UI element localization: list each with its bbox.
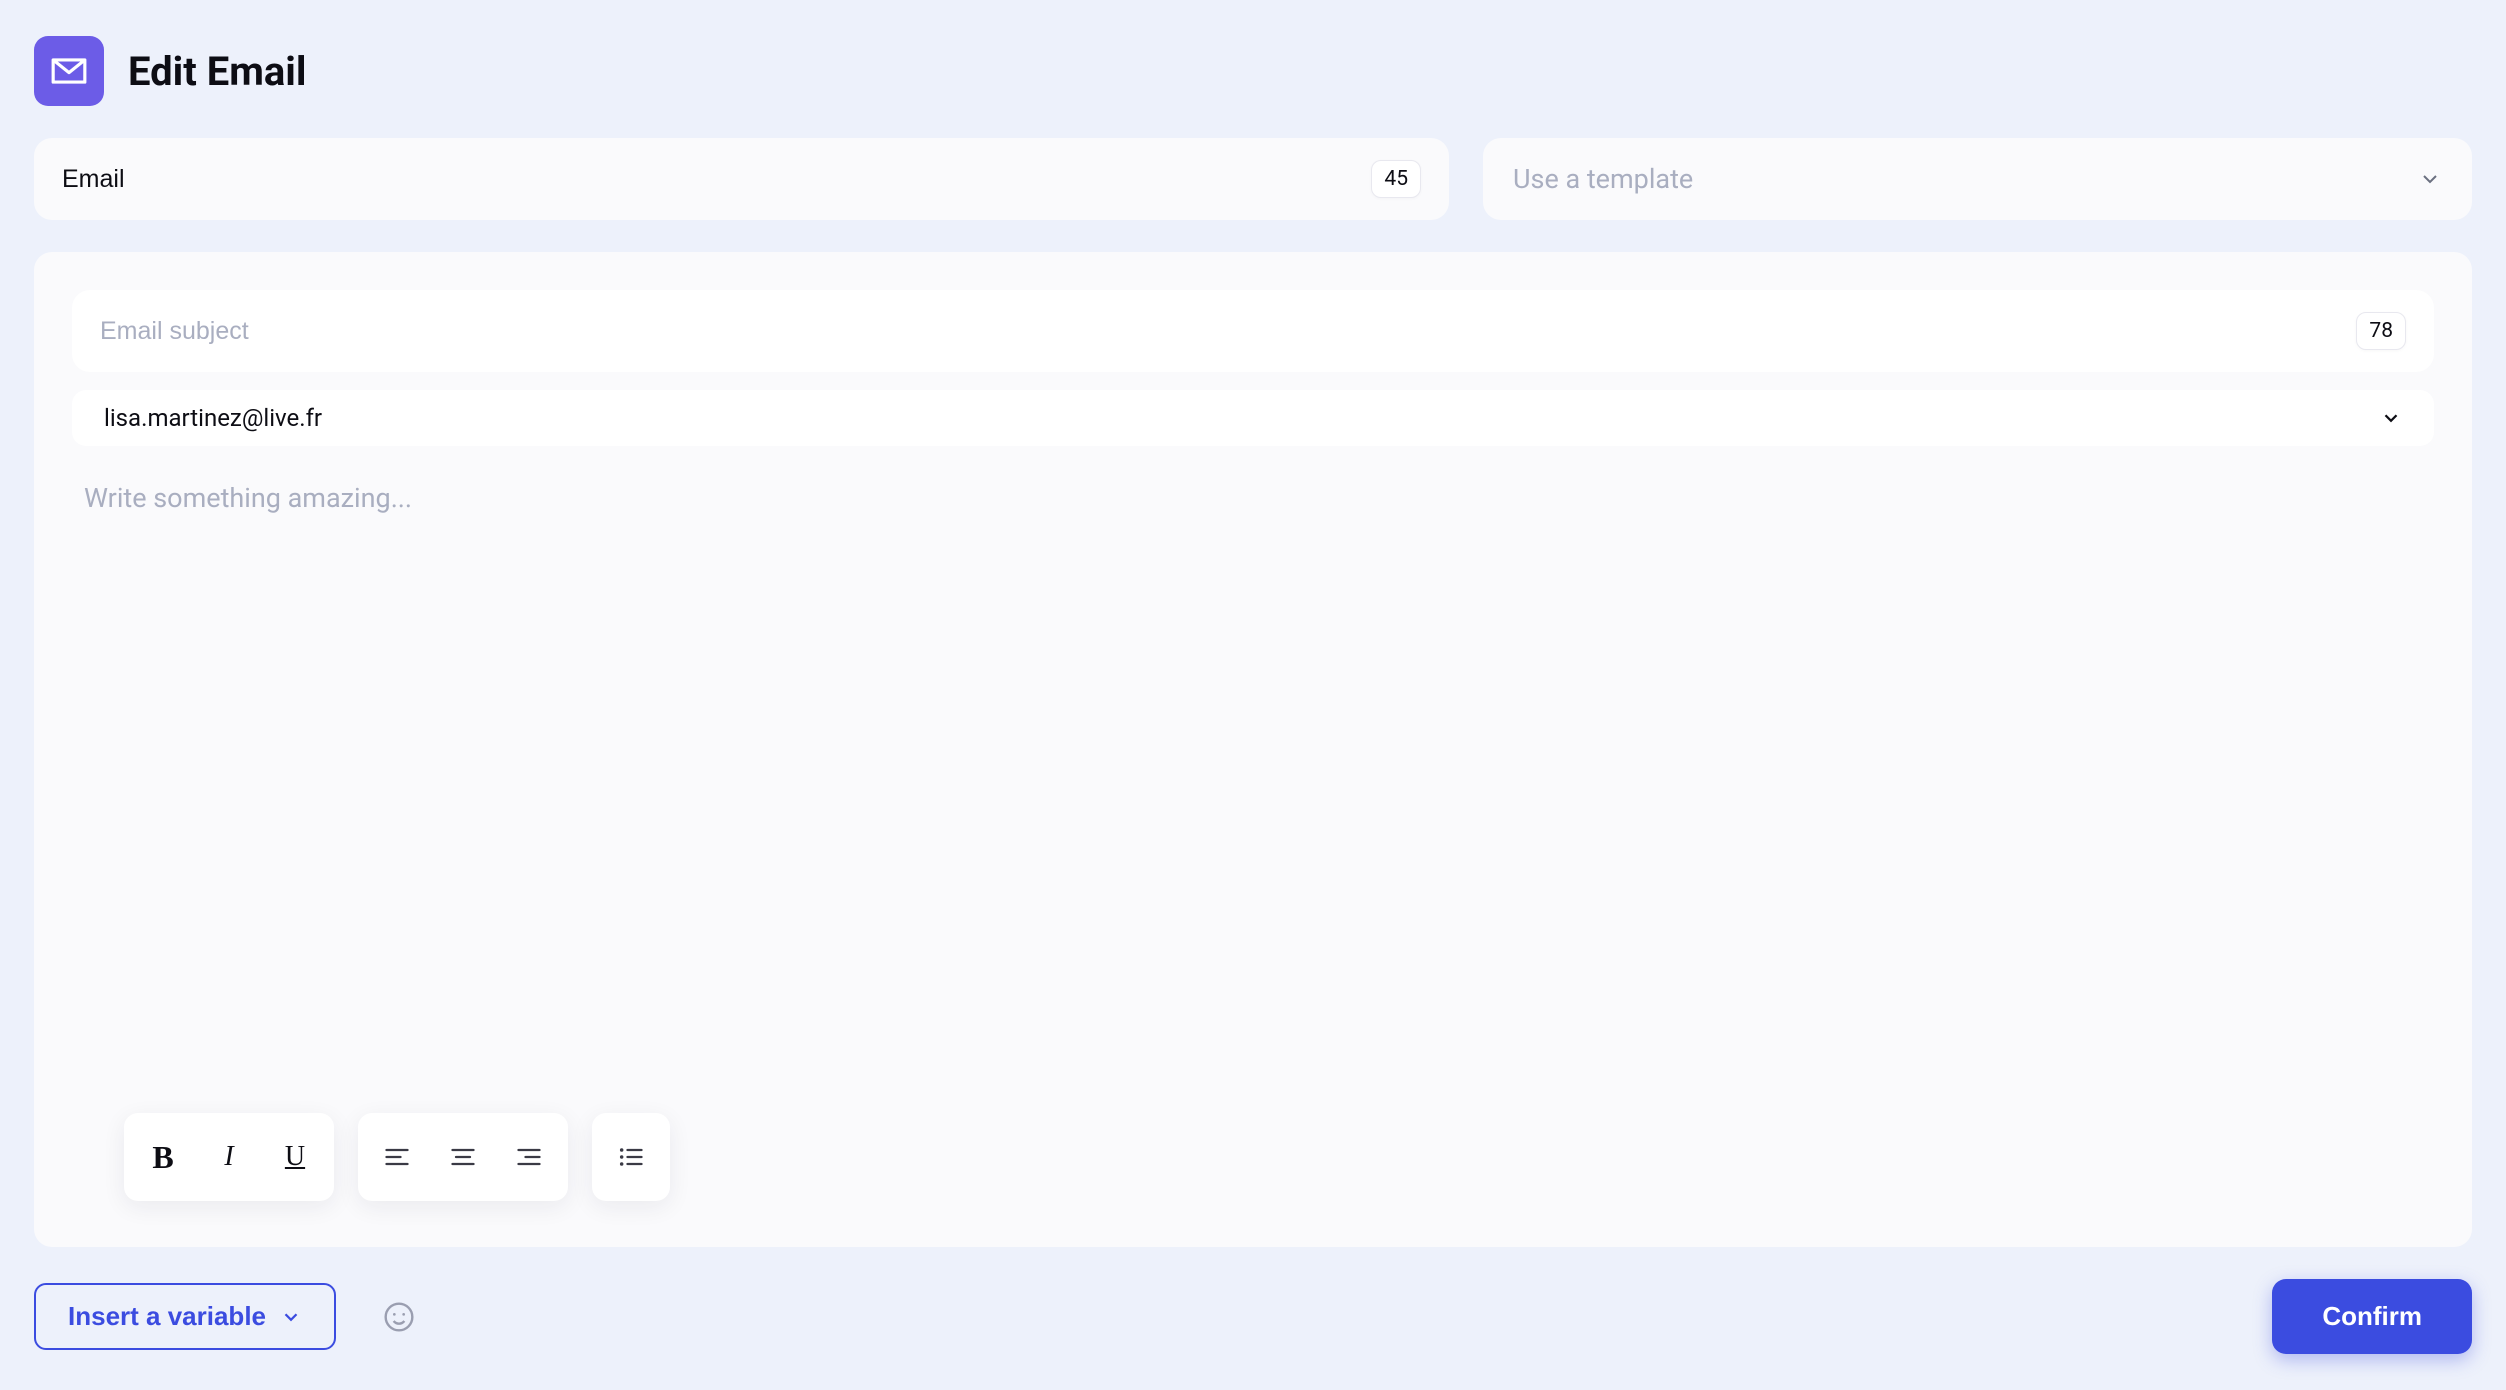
emoji-button[interactable] [382,1300,416,1334]
email-title-input[interactable] [62,165,1371,194]
template-select[interactable]: Use a template [1483,138,2472,220]
align-center-button[interactable] [430,1119,496,1195]
chevron-down-icon [280,1306,302,1328]
align-left-icon [383,1143,411,1171]
italic-button[interactable]: I [196,1119,262,1195]
email-title-card: 45 [34,138,1449,220]
insert-variable-label: Insert a variable [68,1301,266,1332]
bullet-list-icon [617,1143,645,1171]
mail-icon [34,36,104,106]
text-style-group: B I U [124,1113,334,1201]
align-group [358,1113,568,1201]
bullet-list-button[interactable] [598,1119,664,1195]
editor-panel: 78 lisa.martinez@live.fr B I U [34,252,2472,1247]
subject-counter: 78 [2356,312,2406,350]
confirm-button[interactable]: Confirm [2272,1279,2472,1354]
underline-button[interactable]: U [262,1119,328,1195]
page-title: Edit Email [128,48,306,95]
page-header: Edit Email [34,36,2472,106]
from-select[interactable]: lisa.martinez@live.fr [72,390,2434,446]
align-right-icon [515,1143,543,1171]
align-center-icon [449,1143,477,1171]
email-title-counter: 45 [1371,160,1421,198]
bold-icon: B [152,1139,173,1176]
subject-input[interactable] [100,317,2356,346]
format-toolbar: B I U [124,1113,670,1201]
chevron-down-icon [2380,407,2402,429]
bold-button[interactable]: B [130,1119,196,1195]
template-placeholder: Use a template [1513,163,1693,195]
from-address: lisa.martinez@live.fr [104,404,322,432]
insert-variable-button[interactable]: Insert a variable [34,1283,336,1350]
smiley-icon [383,1301,415,1333]
align-left-button[interactable] [364,1119,430,1195]
underline-icon: U [285,1141,305,1173]
subject-card: 78 [72,290,2434,372]
footer: Insert a variable Confirm [34,1279,2472,1354]
email-body-editor[interactable] [72,464,2434,1209]
list-group [592,1113,670,1201]
align-right-button[interactable] [496,1119,562,1195]
italic-icon: I [224,1141,233,1173]
chevron-down-icon [2418,167,2442,191]
